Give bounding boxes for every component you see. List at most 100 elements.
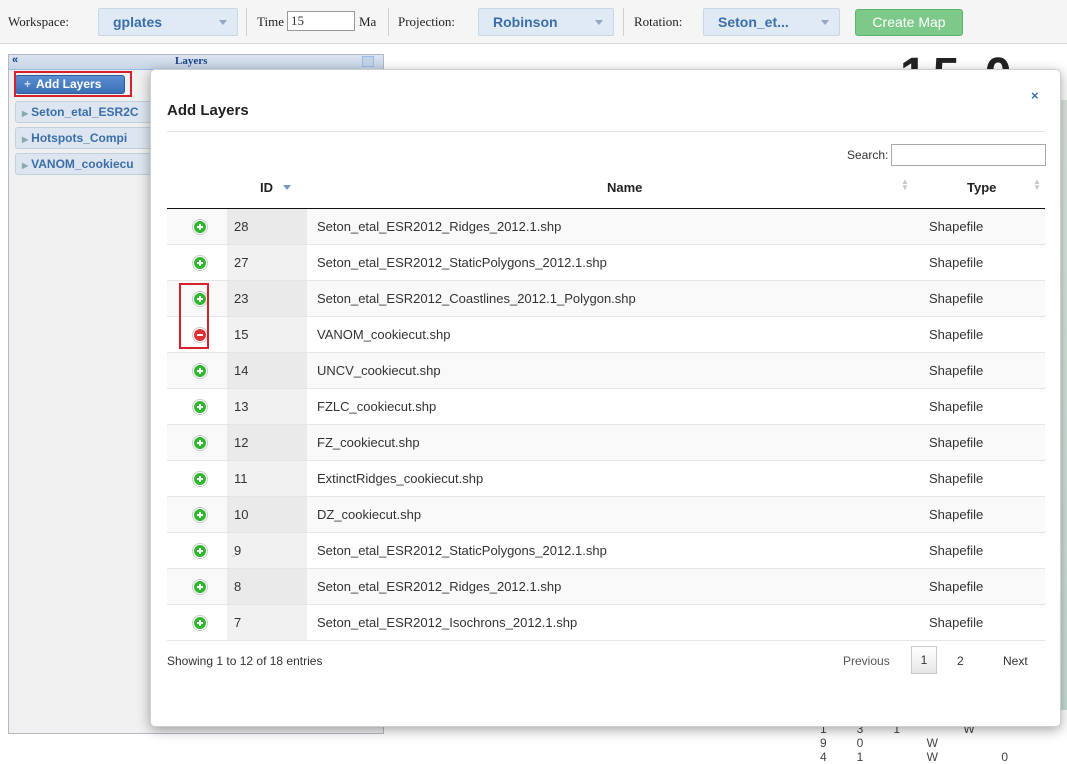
expand-icon[interactable]: ▶ (22, 135, 28, 144)
table-row: 8 Seton_etal_ESR2012_Ridges_2012.1.shp Sha… (167, 569, 1045, 605)
table-row: 11 ExtinctRidges_cookiecut.shp Shapefile (167, 461, 1045, 497)
dialog-title: Add Layers (167, 102, 249, 119)
add-layer-icon[interactable] (193, 472, 207, 486)
layers-table-body: 28 Seton_etal_ESR2012_Ridges_2012.1.shp Sh… (167, 209, 1045, 641)
column-header-name[interactable]: Name (607, 180, 642, 195)
rotation-select[interactable]: Seton_et... (703, 8, 840, 36)
time-label: Time (257, 14, 284, 29)
projection-label: Projection: (398, 14, 456, 29)
add-layers-dialog: Add Layers × Search: ID Name ▲ ▼ Type ▲ ▼ … (150, 69, 1061, 727)
column-header-id[interactable]: ID (260, 180, 273, 195)
id-cell: 15 (234, 327, 249, 342)
name-cell: DZ_cookiecut.shp (317, 507, 422, 522)
id-cell: 12 (234, 435, 249, 450)
rotation-label: Rotation: (634, 14, 683, 29)
layer-item-label: Seton_etal_ESR2C (31, 105, 139, 119)
add-layer-icon[interactable] (193, 364, 207, 378)
create-map-button[interactable]: Create Map (855, 9, 963, 36)
table-row: 12 FZ_cookiecut.shp Shapefile (167, 425, 1045, 461)
workspace-value: gplates (113, 14, 163, 30)
name-cell: Seton_etal_ESR2012_StaticPolygons_2012.1… (317, 543, 607, 558)
time-unit: Ma (359, 14, 377, 29)
add-layer-icon[interactable] (193, 436, 207, 450)
id-cell: 10 (234, 507, 249, 522)
type-cell: Shapefile (929, 471, 984, 486)
toolbar-divider (246, 8, 247, 36)
dialog-divider (167, 131, 1045, 132)
chevron-down-icon (219, 20, 227, 25)
type-cell: Shapefile (929, 327, 984, 342)
type-cell: Shapefile (929, 363, 984, 378)
workspace-select[interactable]: gplates (98, 8, 238, 36)
type-cell: Shapefile (929, 507, 984, 522)
table-row: 15 VANOM_cookiecut.shp Shapefile (167, 317, 1045, 353)
add-layer-icon[interactable] (193, 220, 207, 234)
table-row: 27 Seton_etal_ESR2012_StaticPolygons_2012… (167, 245, 1045, 281)
type-cell: Shapefile (929, 291, 984, 306)
type-cell: Shapefile (929, 255, 984, 270)
add-layer-icon[interactable] (193, 616, 207, 630)
id-cell: 13 (234, 399, 249, 414)
add-layers-highlight (14, 71, 132, 97)
map-longitude-labels: 131 W 90 W 41 W 0 (820, 722, 1039, 764)
projection-value: Robinson (493, 14, 558, 30)
toolbar-divider (388, 8, 389, 36)
name-cell: ExtinctRidges_cookiecut.shp (317, 471, 484, 486)
table-row: 7 Seton_etal_ESR2012_Isochrons_2012.1.shp… (167, 605, 1045, 641)
name-cell: Seton_etal_ESR2012_StaticPolygons_2012.1… (317, 255, 607, 270)
name-cell: Seton_etal_ESR2012_Ridges_2012.1.shp (317, 579, 562, 594)
table-header: ID Name ▲ ▼ Type ▲ ▼ (167, 171, 1045, 209)
sort-icon: ▲ ▼ (901, 177, 909, 192)
id-cell: 28 (234, 219, 249, 234)
type-cell: Shapefile (929, 435, 984, 450)
type-cell: Shapefile (929, 579, 984, 594)
layers-panel-header: « Layers (9, 54, 383, 70)
id-cell: 23 (234, 291, 249, 306)
chevron-down-icon (821, 20, 829, 25)
name-cell: Seton_etal_ESR2012_Ridges_2012.1.shp (317, 219, 562, 234)
workspace-label: Workspace: (8, 14, 70, 29)
id-cell: 9 (234, 543, 242, 558)
id-cell: 8 (234, 579, 242, 594)
add-layer-icon[interactable] (193, 256, 207, 270)
add-layer-icon[interactable] (193, 400, 207, 414)
sort-desc-icon (283, 185, 291, 190)
name-cell: FZLC_cookiecut.shp (317, 399, 437, 414)
add-layer-icon[interactable] (193, 508, 207, 522)
pagination-next[interactable]: Next (1003, 654, 1028, 668)
id-cell: 7 (234, 615, 242, 630)
id-cell: 11 (234, 471, 248, 486)
type-cell: Shapefile (929, 615, 984, 630)
pagination-page-1[interactable]: 1 (911, 646, 937, 674)
projection-select[interactable]: Robinson (478, 8, 614, 36)
type-cell: Shapefile (929, 399, 984, 414)
layer-item[interactable]: ▶ Seton_etal_ESR2C (15, 101, 165, 123)
time-input[interactable]: 15 (287, 11, 355, 31)
type-cell: Shapefile (929, 543, 984, 558)
table-row: 13 FZLC_cookiecut.shp Shapefile (167, 389, 1045, 425)
column-header-type[interactable]: Type (967, 180, 996, 195)
search-input[interactable] (891, 144, 1046, 166)
table-row: 14 UNCV_cookiecut.shp Shapefile (167, 353, 1045, 389)
name-cell: FZ_cookiecut.shp (317, 435, 420, 450)
name-cell: UNCV_cookiecut.shp (317, 363, 441, 378)
name-cell: VANOM_cookiecut.shp (317, 327, 451, 342)
expand-icon[interactable]: ▶ (22, 161, 28, 170)
add-layer-icon[interactable] (193, 544, 207, 558)
collapse-icon[interactable]: « (12, 54, 18, 66)
table-row: 28 Seton_etal_ESR2012_Ridges_2012.1.shp Sh… (167, 209, 1045, 245)
table-row: 23 Seton_etal_ESR2012_Coastlines_2012.1_P… (167, 281, 1045, 317)
search-label: Search: (847, 148, 889, 162)
pin-icon[interactable] (362, 56, 374, 67)
add-layer-icon[interactable] (193, 580, 207, 594)
name-cell: Seton_etal_ESR2012_Isochrons_2012.1.shp (317, 615, 578, 630)
rotation-value: Seton_et... (718, 14, 789, 30)
expand-icon[interactable]: ▶ (22, 109, 28, 118)
pagination-page-2[interactable]: 2 (957, 654, 964, 668)
layer-item[interactable]: ▶ Hotspots_Compi (15, 127, 165, 149)
pagination-previous[interactable]: Previous (843, 654, 890, 668)
table-row: 10 DZ_cookiecut.shp Shapefile (167, 497, 1045, 533)
name-cell: Seton_etal_ESR2012_Coastlines_2012.1_Pol… (317, 291, 636, 306)
close-icon[interactable]: × (1031, 88, 1039, 103)
layer-item[interactable]: ▶ VANOM_cookiecu (15, 153, 165, 175)
